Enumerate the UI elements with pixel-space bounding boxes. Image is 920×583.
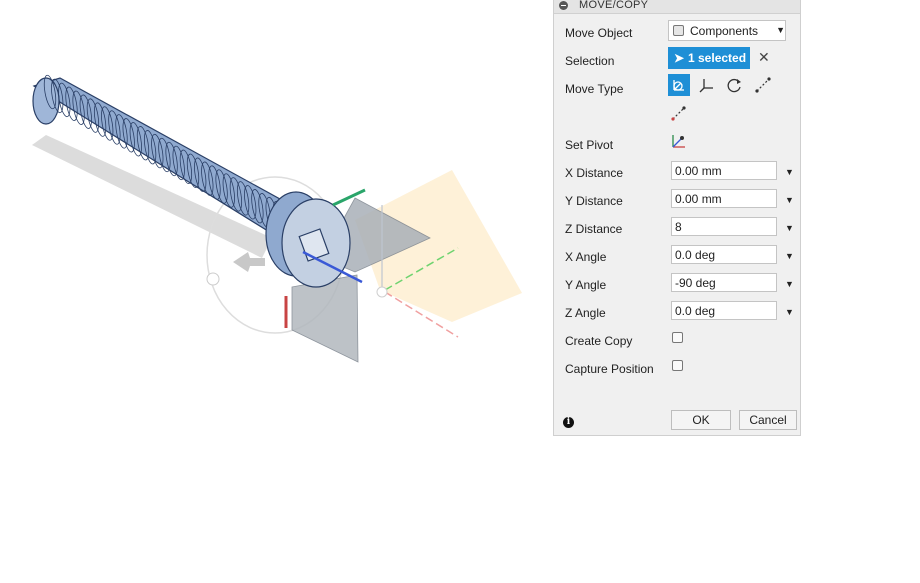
rotate-handle[interactable] — [206, 272, 220, 286]
dialog-header[interactable]: MOVE/COPY — [554, 0, 800, 14]
canvas-viewport[interactable] — [0, 0, 553, 578]
dropdown-arrow-icon[interactable]: ▼ — [785, 279, 794, 289]
move-object-label: Move Object — [565, 26, 633, 40]
bolt-head[interactable] — [265, 191, 351, 288]
set-pivot-row: Set Pivot — [554, 130, 800, 158]
create-copy-row: Create Copy — [554, 326, 800, 354]
dropdown-arrow-icon[interactable]: ▼ — [785, 251, 794, 261]
cube-icon — [673, 25, 684, 36]
field-row: Z Distance 8 ▼ — [554, 214, 800, 242]
translate-icon[interactable] — [696, 74, 718, 96]
field-label: X Angle — [565, 250, 607, 264]
move-type-row-2 — [554, 102, 800, 130]
create-copy-label: Create Copy — [565, 334, 633, 348]
field-input[interactable]: 0.00 mm — [671, 161, 777, 180]
rotate-icon[interactable] — [724, 74, 746, 96]
dropdown-arrow-icon: ▼ — [776, 25, 785, 35]
field-label: Y Distance — [565, 194, 623, 208]
field-row: X Angle 0.0 deg ▼ — [554, 242, 800, 270]
field-label: Z Distance — [565, 222, 623, 236]
move-object-dropdown[interactable]: Components ▼ — [668, 20, 786, 41]
capture-position-checkbox[interactable] — [672, 360, 683, 371]
field-label: Z Angle — [565, 306, 606, 320]
set-pivot-label: Set Pivot — [565, 138, 614, 152]
field-row: Z Angle 0.0 deg ▼ — [554, 298, 800, 326]
pivot-icon[interactable] — [668, 130, 690, 152]
create-copy-checkbox[interactable] — [672, 332, 683, 343]
dropdown-arrow-icon[interactable]: ▼ — [785, 223, 794, 233]
field-label: X Distance — [565, 166, 624, 180]
field-input[interactable]: -90 deg — [671, 273, 777, 292]
yz-plane[interactable] — [291, 274, 359, 363]
dropdown-arrow-icon[interactable]: ▼ — [785, 307, 794, 317]
dialog-title: MOVE/COPY — [579, 0, 649, 11]
move-copy-dialog: MOVE/COPY Move Object Components ▼ Selec… — [553, 0, 801, 436]
close-icon[interactable]: ✕ — [758, 49, 770, 66]
ok-button[interactable]: OK — [671, 410, 731, 430]
selection-label: Selection — [565, 54, 615, 68]
point-to-point-icon[interactable] — [752, 74, 774, 96]
collapse-icon[interactable] — [559, 1, 568, 10]
dropdown-arrow-icon[interactable]: ▼ — [785, 167, 794, 177]
move-type-label: Move Type — [565, 82, 624, 96]
move-type-row: Move Type — [554, 74, 800, 102]
dropdown-arrow-icon[interactable]: ▼ — [785, 195, 794, 205]
selection-button[interactable]: ➤ 1 selected — [668, 47, 750, 69]
selection-row: Selection ➤ 1 selected ✕ — [554, 46, 800, 74]
pivot-point[interactable] — [376, 286, 388, 298]
capture-position-row: Capture Position — [554, 354, 800, 382]
cancel-button[interactable]: Cancel — [739, 410, 797, 430]
model-scene — [32, 74, 522, 363]
free-move-icon[interactable] — [668, 74, 690, 96]
field-input[interactable]: 0.0 deg — [671, 245, 777, 264]
field-label: Y Angle — [565, 278, 607, 292]
field-input[interactable]: 0.00 mm — [671, 189, 777, 208]
move-object-row: Move Object Components ▼ — [554, 18, 800, 46]
capture-position-label: Capture Position — [565, 362, 654, 376]
field-row: X Distance 0.00 mm ▼ — [554, 158, 800, 186]
field-row: Y Distance 0.00 mm ▼ — [554, 186, 800, 214]
cursor-icon: ➤ — [674, 51, 685, 65]
info-icon[interactable]: i — [563, 417, 574, 428]
field-row: Y Angle -90 deg ▼ — [554, 270, 800, 298]
move-object-value: Components — [690, 24, 759, 38]
field-input[interactable]: 0.0 deg — [671, 301, 777, 320]
field-input[interactable]: 8 — [671, 217, 777, 236]
point-to-position-icon[interactable] — [668, 102, 690, 124]
selection-value: 1 selected — [688, 51, 747, 65]
